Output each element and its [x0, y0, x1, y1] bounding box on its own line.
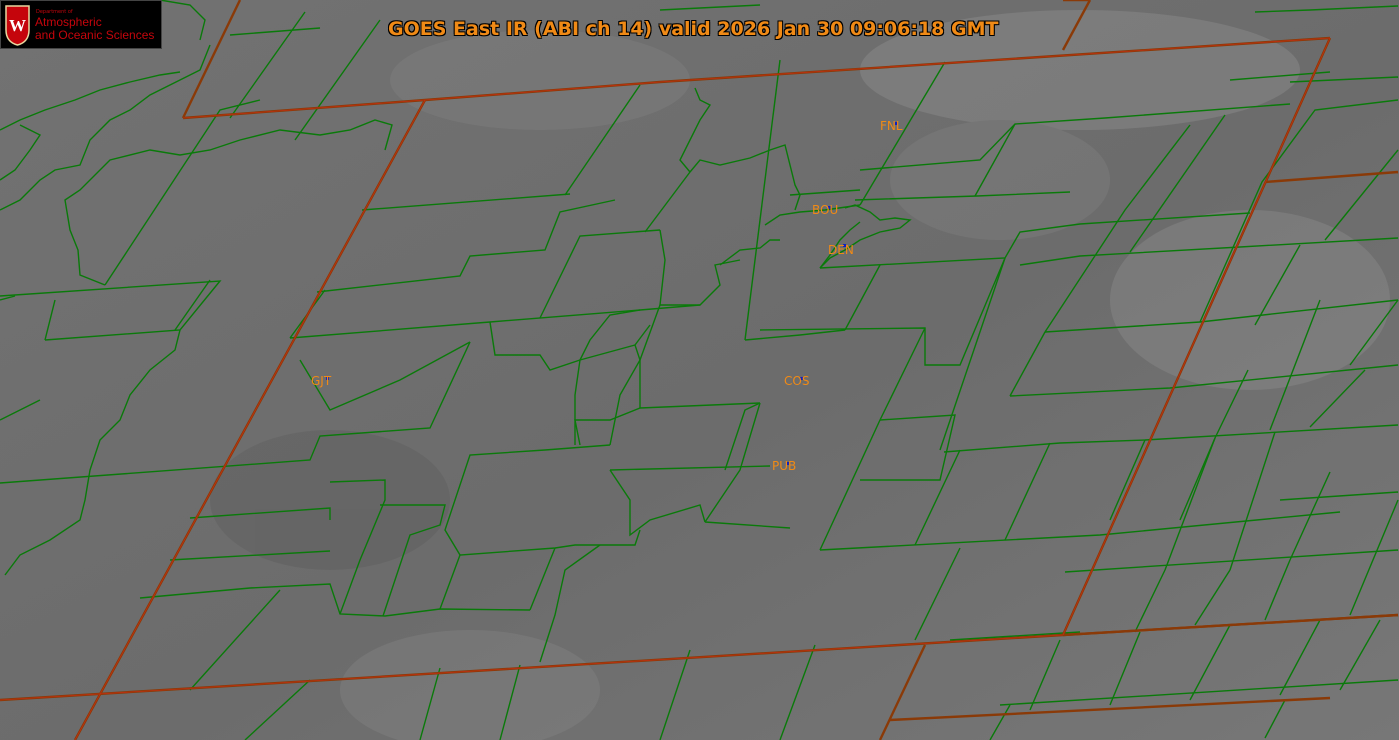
satellite-map — [0, 0, 1399, 740]
station-label-den: DEN — [828, 243, 854, 257]
uw-aos-logo[interactable]: W Department of Atmospheric and Oceanic … — [0, 0, 162, 49]
logo-line-1: Atmospheric — [35, 15, 102, 29]
uw-crest-icon: W — [5, 5, 30, 46]
image-title: GOES East IR (ABI ch 14) valid 2026 Jan … — [388, 18, 999, 40]
svg-text:W: W — [9, 16, 26, 35]
logo-line-2: and Oceanic Sciences — [35, 28, 155, 42]
station-label-cos: COS — [784, 374, 810, 388]
station-label-fnl: FNL — [880, 119, 903, 133]
station-label-pub: PUB — [772, 459, 797, 473]
station-label-gjt: GJT — [311, 374, 332, 388]
station-label-bou: BOU — [812, 203, 839, 217]
